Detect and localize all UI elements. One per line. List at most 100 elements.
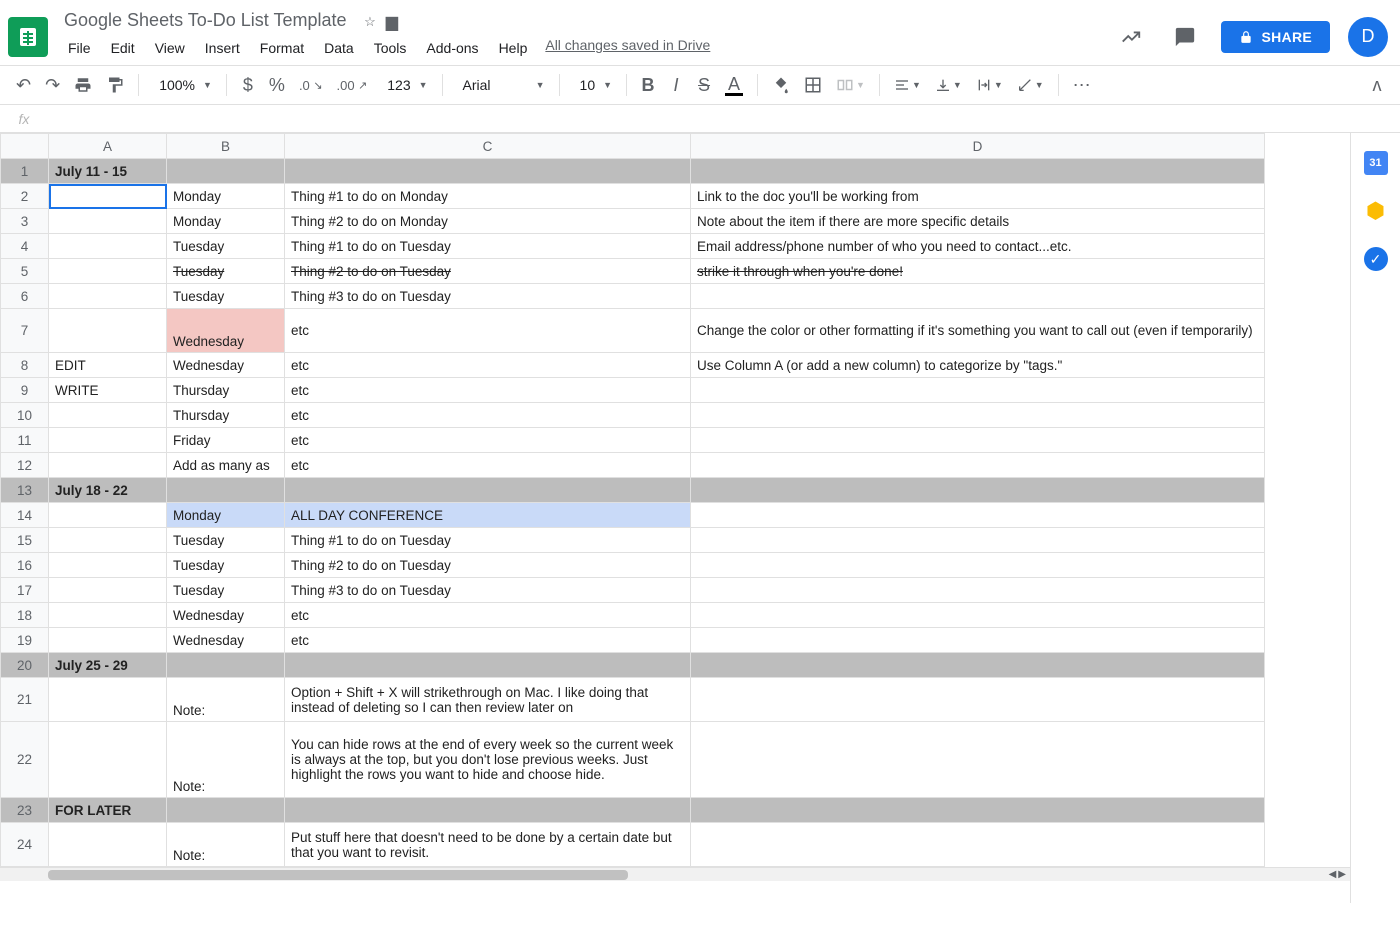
cell[interactable] [49, 184, 167, 209]
saved-in-drive[interactable]: All changes saved in Drive [545, 37, 710, 59]
cell[interactable]: Thing #3 to do on Tuesday [285, 578, 691, 603]
strikethrough-icon[interactable]: S [691, 72, 717, 98]
row-header[interactable]: 20 [1, 653, 49, 678]
row-header[interactable]: 13 [1, 478, 49, 503]
row-header[interactable]: 4 [1, 234, 49, 259]
cell[interactable] [691, 453, 1265, 478]
cell[interactable] [691, 722, 1265, 798]
share-button[interactable]: SHARE [1221, 21, 1330, 53]
cell[interactable] [167, 798, 285, 823]
cell[interactable] [49, 722, 167, 798]
cell[interactable] [691, 823, 1265, 867]
star-icon[interactable]: ☆ [364, 14, 376, 30]
cell[interactable]: etc [285, 453, 691, 478]
cell[interactable]: Email address/phone number of who you ne… [691, 234, 1265, 259]
col-header-d[interactable]: D [691, 134, 1265, 159]
cell[interactable]: ALL DAY CONFERENCE [285, 503, 691, 528]
cell[interactable]: Note: [167, 722, 285, 798]
cell[interactable]: etc [285, 403, 691, 428]
row-header[interactable]: 22 [1, 722, 49, 798]
cell[interactable] [691, 159, 1265, 184]
row-header[interactable]: 9 [1, 378, 49, 403]
cell[interactable]: Tuesday [167, 259, 285, 284]
borders-icon[interactable] [798, 72, 828, 98]
tasks-icon[interactable]: ✓ [1364, 247, 1388, 271]
row-header[interactable]: 16 [1, 553, 49, 578]
zoom-select[interactable]: 100%▼ [147, 72, 218, 98]
cell[interactable]: Put stuff here that doesn't need to be d… [285, 823, 691, 867]
fill-color-icon[interactable] [766, 72, 796, 98]
cell[interactable]: Wednesday [167, 603, 285, 628]
cell[interactable]: Thursday [167, 403, 285, 428]
cell[interactable] [167, 653, 285, 678]
undo-icon[interactable]: ↶ [10, 72, 37, 98]
cell[interactable] [691, 578, 1265, 603]
row-header[interactable]: 8 [1, 353, 49, 378]
cell[interactable]: FOR LATER [49, 798, 167, 823]
cell[interactable] [285, 478, 691, 503]
collapse-toolbar-icon[interactable]: ʌ [1364, 72, 1390, 98]
cell[interactable]: Change the color or other formatting if … [691, 309, 1265, 353]
formula-input[interactable] [48, 105, 1400, 132]
row-header[interactable]: 2 [1, 184, 49, 209]
merge-cells-icon[interactable]: ▼ [830, 72, 871, 98]
menu-file[interactable]: File [60, 37, 99, 59]
print-icon[interactable] [68, 72, 98, 98]
cell[interactable]: Friday [167, 428, 285, 453]
more-formats-select[interactable]: 123▼ [375, 72, 433, 98]
cell[interactable]: Monday [167, 184, 285, 209]
italic-icon[interactable]: I [663, 72, 689, 98]
row-header[interactable]: 1 [1, 159, 49, 184]
row-header[interactable]: 6 [1, 284, 49, 309]
folder-icon[interactable]: ▆ [386, 12, 398, 32]
row-header[interactable]: 12 [1, 453, 49, 478]
percent-icon[interactable]: % [263, 72, 291, 98]
cell[interactable]: Tuesday [167, 578, 285, 603]
cell[interactable] [285, 653, 691, 678]
cell[interactable]: WRITE [49, 378, 167, 403]
text-color-icon[interactable]: A [719, 72, 749, 98]
menu-addons[interactable]: Add-ons [418, 37, 486, 59]
row-header[interactable]: 19 [1, 628, 49, 653]
v-align-icon[interactable]: ▼ [929, 72, 968, 98]
explore-icon[interactable] [1113, 19, 1149, 55]
cell[interactable]: Tuesday [167, 528, 285, 553]
menu-data[interactable]: Data [316, 37, 362, 59]
cell[interactable] [285, 798, 691, 823]
cell[interactable] [49, 823, 167, 867]
cell[interactable] [167, 478, 285, 503]
menu-tools[interactable]: Tools [366, 37, 415, 59]
wrap-icon[interactable]: ▼ [970, 72, 1009, 98]
cell[interactable]: strike it through when you're done! [691, 259, 1265, 284]
bold-icon[interactable]: B [635, 72, 661, 98]
font-select[interactable]: Arial▼ [451, 72, 551, 98]
cell[interactable]: etc [285, 628, 691, 653]
cell[interactable] [691, 378, 1265, 403]
cell[interactable] [49, 428, 167, 453]
cell[interactable] [691, 678, 1265, 722]
account-avatar[interactable]: D [1348, 17, 1388, 57]
redo-icon[interactable]: ↷ [39, 72, 66, 98]
cell[interactable] [691, 403, 1265, 428]
cell[interactable] [285, 159, 691, 184]
cell[interactable]: etc [285, 353, 691, 378]
calendar-icon[interactable]: 31 [1364, 151, 1388, 175]
cell[interactable] [49, 678, 167, 722]
cell[interactable] [49, 603, 167, 628]
menu-view[interactable]: View [147, 37, 193, 59]
increase-decimal-icon[interactable]: .00 ↗ [330, 72, 373, 98]
cell[interactable]: etc [285, 603, 691, 628]
cell[interactable] [49, 403, 167, 428]
keep-icon[interactable]: ⬢ [1364, 199, 1388, 223]
col-header-b[interactable]: B [167, 134, 285, 159]
cell[interactable]: Thing #2 to do on Tuesday [285, 553, 691, 578]
row-header[interactable]: 3 [1, 209, 49, 234]
row-header[interactable]: 5 [1, 259, 49, 284]
cell[interactable] [49, 234, 167, 259]
cell[interactable]: Note: [167, 823, 285, 867]
cell[interactable] [691, 798, 1265, 823]
cell[interactable]: Monday [167, 503, 285, 528]
cell[interactable]: Tuesday [167, 553, 285, 578]
cell[interactable]: etc [285, 428, 691, 453]
row-header[interactable]: 18 [1, 603, 49, 628]
